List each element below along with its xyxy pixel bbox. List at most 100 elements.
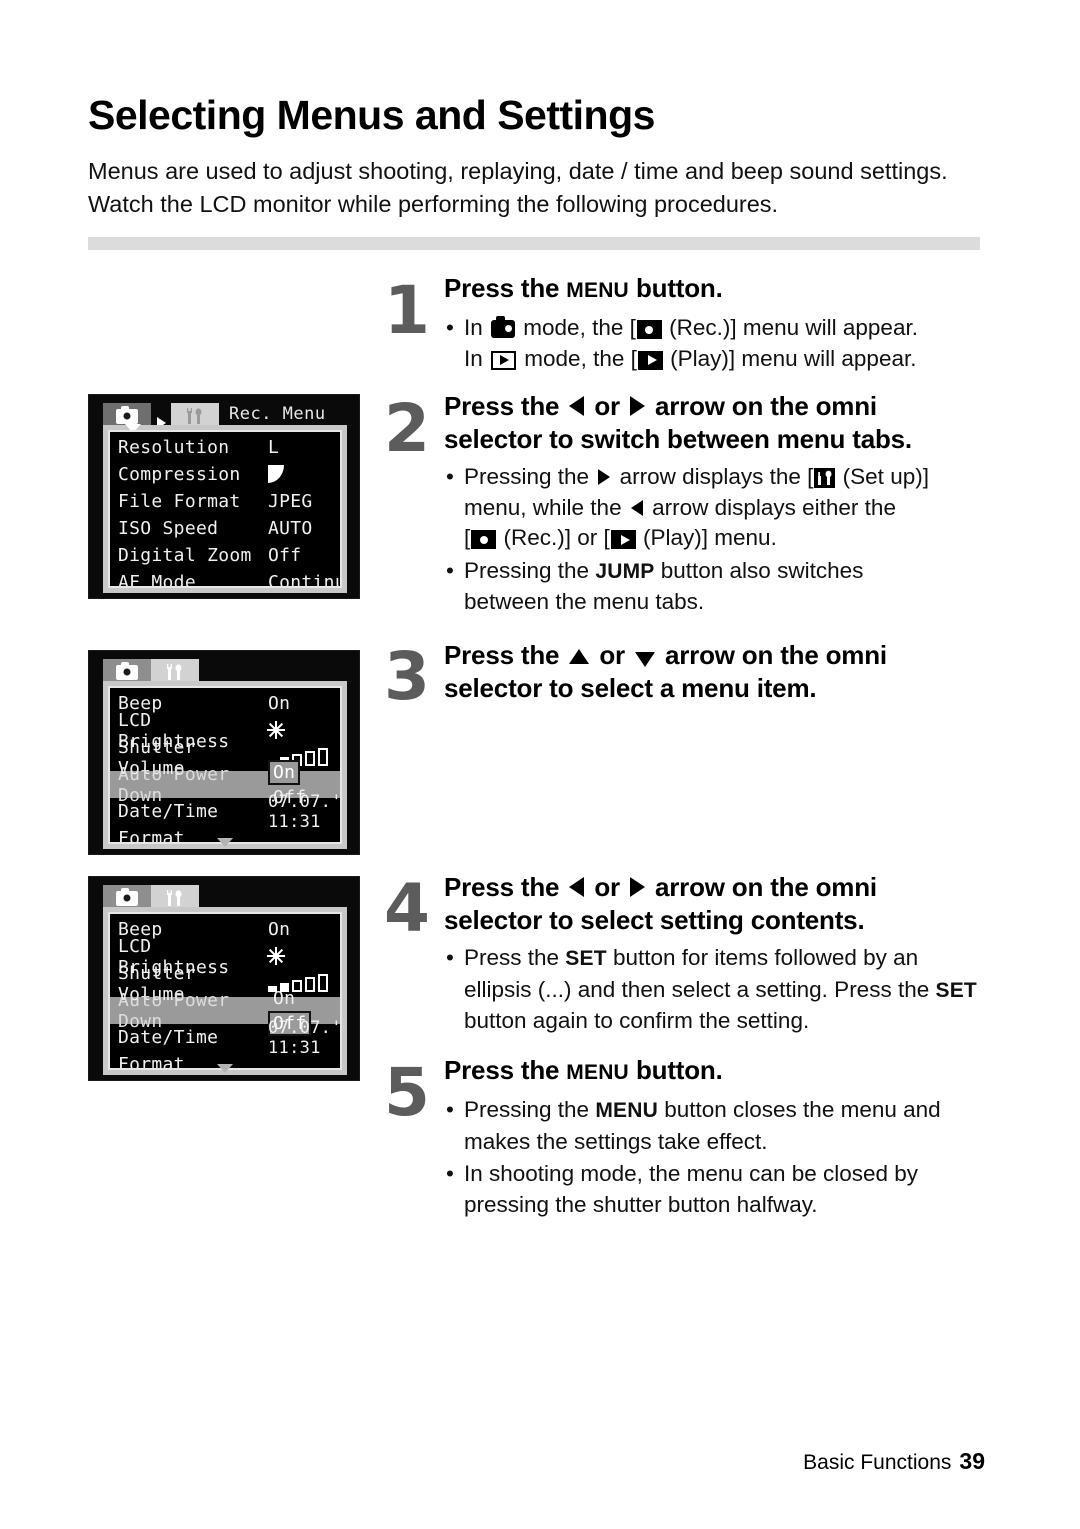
lcd-menu-panel: Beep On LCD Brightness Shutter Volume Au… (103, 907, 347, 1075)
step-3-body: Press the or arrow on the omni selector … (444, 639, 989, 705)
step-3-heading: Press the or arrow on the omni selector … (444, 639, 989, 705)
text-fragment: (Play)] menu will appear. (663, 345, 917, 371)
menu-button-label: MENU (566, 1061, 629, 1084)
step-1-bullets: • In mode, the [ (Rec.)] menu will appea… (444, 313, 989, 374)
bullet: • Pressing the arrow displays the [ (Set… (444, 462, 989, 554)
menu-item-label: Digital Zoom (118, 545, 252, 566)
text-fragment: arrow on the omni (647, 391, 877, 421)
step-1-heading-pre: Press the (444, 273, 567, 303)
menu-item-value: On (268, 693, 291, 714)
brightness-sun-icon (267, 721, 285, 739)
up-arrow-icon (569, 649, 590, 664)
intro-paragraph: Menus are used to adjust shooting, repla… (88, 158, 948, 217)
list-item[interactable]: ISO Speed AUTO (110, 515, 340, 542)
camera-mode-icon (491, 316, 516, 338)
text-fragment: mode, the [ (518, 345, 637, 371)
menu-item-label: Date/Time (118, 1027, 219, 1048)
text-fragment: or (592, 640, 632, 670)
bullet-dot: • (446, 315, 454, 340)
menu-item-value: Continuous (268, 572, 340, 588)
menu-item-value (267, 946, 340, 967)
menu-button-label: MENU (595, 1099, 658, 1122)
list-item[interactable]: Compression (110, 461, 340, 488)
text-fragment: Pressing the (464, 1097, 596, 1122)
text-fragment: In shooting mode, the menu can be closed… (464, 1161, 919, 1217)
tools-icon (167, 890, 182, 906)
text-fragment: Pressing the (464, 557, 596, 583)
text-fragment: Press the (444, 872, 567, 902)
menu-item-label: Format (118, 1054, 185, 1070)
camera-icon (116, 661, 138, 680)
step-number-3: 3 (384, 638, 430, 715)
bullet: • Press the SET button for items followe… (444, 943, 989, 1037)
list-item[interactable]: Resolution L (110, 434, 340, 461)
step-number-4: 4 (384, 870, 430, 947)
list-item[interactable]: Date/Time 07.07.'01 11:31 (110, 1018, 340, 1058)
list-item[interactable]: Digital Zoom Off (110, 542, 340, 569)
menu-item-value: JPEG (268, 491, 313, 512)
text-fragment: [ (464, 525, 471, 550)
option-selected[interactable]: On (268, 759, 301, 785)
menu-item-value: On (268, 919, 291, 940)
step-1-heading-post: button. (628, 273, 723, 303)
bullet-dot: • (446, 1161, 454, 1186)
menu-item-value (267, 720, 340, 741)
menu-item-value (268, 464, 340, 485)
text-fragment: menu, while the (464, 494, 628, 520)
list-item[interactable]: Date/Time 07.07.'01 11:31 (110, 792, 340, 832)
brightness-sun-icon (267, 947, 285, 965)
bullet-dot: • (446, 945, 454, 970)
scroll-down-icon[interactable] (217, 838, 233, 847)
menu-item-label: Auto Power Down (118, 989, 230, 1032)
menu-item-value: Off (268, 545, 302, 566)
text-fragment: button again to confirm the setting. (464, 1008, 810, 1033)
left-arrow-icon (569, 877, 585, 897)
step-number-5: 5 (384, 1054, 430, 1131)
lcd-menu-list: Resolution L Compression File Format JPE… (108, 430, 342, 588)
compression-wedge-icon (268, 465, 284, 483)
text-fragment: or (587, 872, 627, 902)
lcd-menu-panel: Beep On LCD Brightness Shutter Volume Au… (103, 681, 347, 849)
setup-boxed-icon (814, 468, 836, 488)
page-footer: Basic Functions 39 (803, 1448, 985, 1475)
bullet: • In shooting mode, the menu can be clos… (444, 1159, 989, 1220)
page-title: Selecting Menus and Settings (88, 92, 655, 138)
list-item[interactable]: File Format JPEG (110, 488, 340, 515)
lcd-menu-list: Beep On LCD Brightness Shutter Volume Au… (108, 912, 342, 1070)
left-arrow-icon (569, 396, 585, 416)
text-fragment: Pressing the (464, 464, 596, 489)
bullet: • Pressing the JUMP button also switches… (444, 556, 989, 618)
bullet-dot: • (446, 464, 454, 489)
text-fragment: In (464, 315, 490, 340)
text-fragment: selector to select setting contents. (444, 905, 865, 935)
text-fragment: (Play)] menu. (636, 525, 777, 550)
menu-item-label: AF Mode (118, 572, 196, 588)
scroll-down-icon[interactable] (217, 1064, 233, 1073)
lcd-menu-panel: Resolution L Compression File Format JPE… (103, 424, 347, 593)
text-fragment: (Set up)] (836, 464, 929, 489)
menu-item-label: Compression (118, 464, 241, 485)
rec-boxed-icon (636, 320, 662, 339)
lcd-menu-list: Beep On LCD Brightness Shutter Volume Au… (108, 686, 342, 844)
step-2-body: Press the or arrow on the omni selector … (444, 390, 989, 620)
text-fragment: selector to switch between menu tabs. (444, 424, 912, 454)
menu-item-label: File Format (118, 491, 241, 512)
menu-item-value: 07.07.'01 11:31 (268, 1017, 342, 1058)
left-arrow-icon (630, 499, 643, 516)
text-fragment: mode, the [ (517, 315, 636, 340)
text-fragment: or (587, 391, 627, 421)
step-number-1: 1 (384, 272, 430, 349)
footer-section-label: Basic Functions (803, 1451, 952, 1474)
tools-icon (187, 408, 202, 424)
option[interactable]: On (268, 986, 300, 1011)
menu-item-label: Auto Power Down (118, 763, 230, 806)
text-fragment: Press the (444, 1055, 567, 1085)
rec-boxed-icon (471, 530, 497, 549)
menu-item-label: Resolution (118, 437, 230, 458)
list-item[interactable]: AF Mode Continuous (110, 569, 340, 588)
bullet-dot: • (446, 1097, 454, 1122)
header-divider (88, 237, 980, 250)
step-1-body: Press the MENU button. • In mode, the [ … (444, 272, 989, 376)
lcd-screenshot-setup-menu-on: Beep On LCD Brightness Shutter Volume Au… (88, 650, 360, 855)
text-fragment: arrow on the omni (657, 640, 887, 670)
